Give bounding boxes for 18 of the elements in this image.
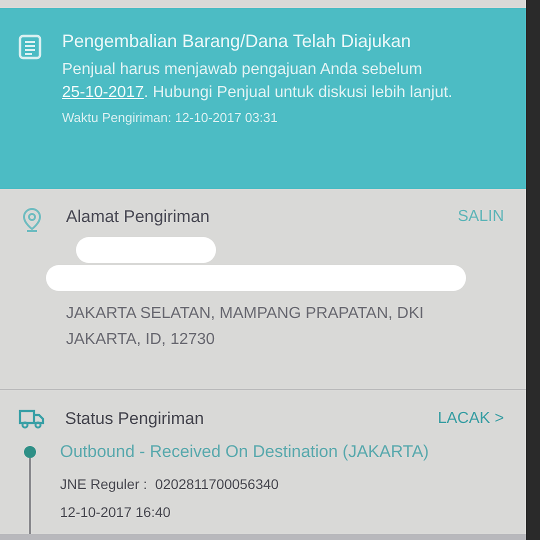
section-title: Alamat Pengiriman xyxy=(66,207,210,228)
deadline-link[interactable]: 25-10-2017 xyxy=(62,84,144,101)
address-line: JAKARTA SELATAN, MAMPANG PRAPATAN, DKI xyxy=(66,304,425,324)
address-line: JAKARTA, ID, 12730 xyxy=(66,330,216,350)
courier-label: JNE Reguler : xyxy=(60,475,148,494)
event-time: 12-10-2017 16:40 xyxy=(60,503,172,522)
sent-time: Waktu Pengiriman: 12-10-2017 03:31 xyxy=(62,110,279,125)
notice-message: Penjual harus menjawab pengajuan Anda sebelum 25-10-2017. Hubungi Penjual untuk diskusi lebih lanjut. xyxy=(62,60,454,103)
timeline-dot xyxy=(24,446,36,458)
notice-title: Pengembalian Barang/Dana Telah Diajukan xyxy=(62,30,412,53)
track-button[interactable]: LACAK > xyxy=(438,410,504,428)
section-title: Status Pengiriman xyxy=(65,409,205,429)
location-pin-icon xyxy=(22,207,42,234)
tracking-event: Outbound - Received On Destination (JAKARTA) xyxy=(60,441,429,463)
truck-icon xyxy=(18,408,45,430)
tracking-number: 0202811700056340 xyxy=(155,475,279,494)
copy-button[interactable]: SALIN xyxy=(458,207,504,228)
document-icon xyxy=(18,34,42,60)
